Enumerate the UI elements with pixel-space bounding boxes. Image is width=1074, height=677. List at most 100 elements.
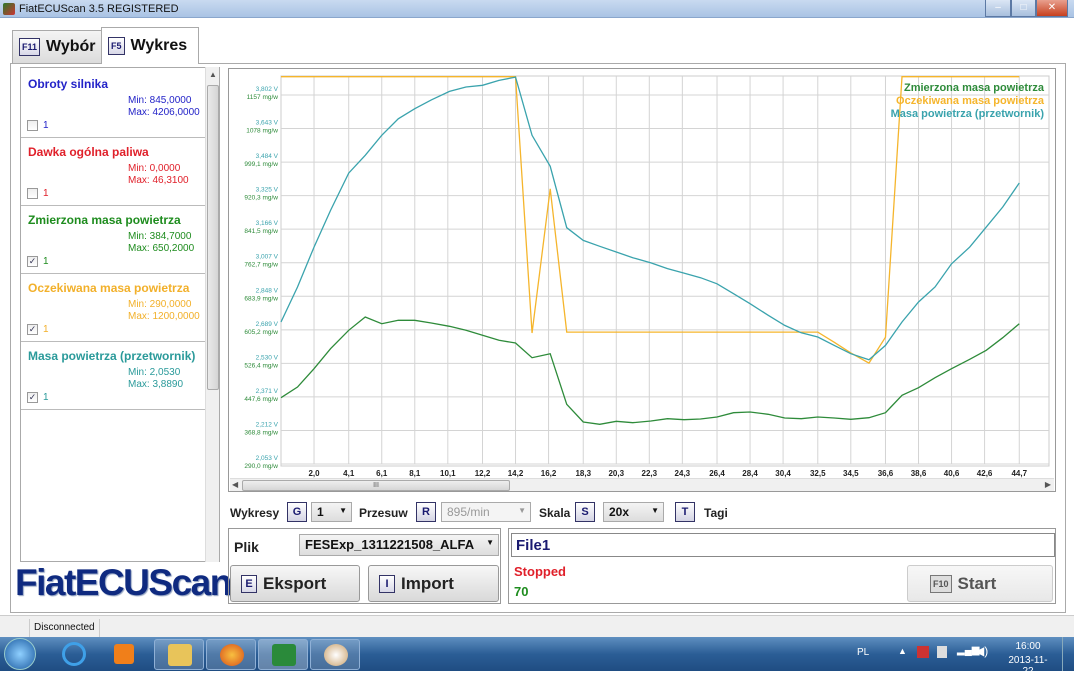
x-tick-label: 14,2: [508, 469, 524, 478]
i-key-icon: I: [379, 575, 395, 593]
s-key-button[interactable]: S: [575, 502, 595, 522]
legend-entry: Zmierzona masa powietrza: [904, 82, 1045, 94]
time: 16:00: [1006, 641, 1050, 652]
scroll-left-icon[interactable]: ◀: [232, 480, 238, 489]
minimize-button[interactable]: –: [985, 0, 1011, 17]
parameter-max: Max: 650,2000: [128, 243, 194, 254]
chevron-down-icon: ▼: [518, 506, 526, 515]
y-tick-label-v: 3,325 V: [256, 187, 279, 194]
y-tick-label-mg: 447,6 mg/w: [244, 396, 278, 403]
wykresy-select[interactable]: 1▼: [311, 502, 352, 522]
skala-value: 20x: [609, 505, 629, 519]
g-key-button[interactable]: G: [287, 502, 307, 522]
maximize-button[interactable]: □: [1011, 0, 1036, 17]
export-label: Eksport: [263, 574, 326, 594]
przesuw-label: Przesuw: [359, 506, 408, 520]
language-indicator[interactable]: PL: [857, 647, 869, 658]
wykresy-value: 1: [317, 505, 324, 519]
y-tick-label-v: 2,530 V: [256, 354, 279, 361]
y-tick-label-v: 3,484 V: [256, 153, 279, 160]
status-bar: Disconnected: [0, 615, 1074, 637]
y-tick-label-mg: 841,5 mg/w: [244, 228, 278, 235]
session-panel: File1 Stopped 70 F10Start: [508, 528, 1056, 604]
parameter-list-scrollbar[interactable]: ▲: [205, 67, 219, 562]
parameter-count: 1: [43, 256, 49, 267]
f5-key-icon: F5: [108, 37, 125, 55]
taskbar-fiatecuscan[interactable]: [258, 639, 308, 670]
x-tick-label: 34,5: [843, 469, 859, 478]
f11-key-icon: F11: [19, 38, 40, 56]
parameter-checkbox[interactable]: [27, 120, 38, 131]
scrollbar-thumb[interactable]: [207, 85, 219, 390]
plik-label: Plik: [234, 539, 259, 555]
taskbar-explorer[interactable]: [154, 639, 204, 670]
y-tick-label-mg: 605,2 mg/w: [244, 329, 278, 336]
parameter-checkbox[interactable]: ✓: [27, 392, 38, 403]
y-tick-label-v: 2,212 V: [256, 421, 279, 428]
x-tick-label: 42,6: [977, 469, 993, 478]
tab-label: Wykres: [131, 37, 188, 55]
power-icon[interactable]: [937, 646, 947, 658]
taskbar-firefox[interactable]: [206, 639, 256, 670]
scroll-up-icon[interactable]: ▲: [209, 70, 217, 79]
parameter-item[interactable]: Dawka ogólna paliwa Min: 0,0000 Max: 46,…: [21, 138, 207, 206]
chart-horizontal-scrollbar[interactable]: ◀ III ▶: [230, 478, 1054, 491]
y-tick-label-mg: 683,9 mg/w: [244, 295, 278, 302]
parameter-item[interactable]: Masa powietrza (przetwornik) Min: 2,0530…: [21, 342, 207, 410]
legend-entry: Masa powietrza (przetwornik): [891, 108, 1045, 120]
y-tick-label-v: 3,802 V: [256, 86, 279, 93]
t-key-button[interactable]: T: [675, 502, 695, 522]
parameter-checkbox[interactable]: [27, 188, 38, 199]
r-key-button[interactable]: R: [416, 502, 436, 522]
x-tick-label: 28,4: [742, 469, 758, 478]
close-button[interactable]: ✕: [1036, 0, 1068, 17]
parameter-name: Oczekiwana masa powietrza: [28, 281, 189, 295]
x-tick-label: 40,6: [944, 469, 960, 478]
clock[interactable]: 16:002013-11-22: [1006, 641, 1050, 677]
parameter-item[interactable]: Oczekiwana masa powietrza Min: 290,0000 …: [21, 274, 207, 342]
file-select[interactable]: FESExp_1311221508_ALFA▼: [299, 534, 499, 556]
x-tick-label: 32,5: [810, 469, 826, 478]
volume-icon[interactable]: ◀): [975, 644, 988, 658]
tab-wybor[interactable]: F11Wybór: [12, 30, 102, 63]
media-player-icon[interactable]: [114, 644, 134, 664]
session-name-field[interactable]: File1: [511, 533, 1055, 557]
y-tick-label-mg: 1157 mg/w: [247, 94, 279, 101]
y-tick-label-mg: 526,4 mg/w: [244, 362, 278, 369]
parameter-name: Zmierzona masa powietrza: [28, 213, 181, 227]
parameter-item[interactable]: Obroty silnika Min: 845,0000 Max: 4206,0…: [21, 70, 207, 138]
parameter-count: 1: [43, 392, 49, 403]
import-button[interactable]: IImport: [368, 565, 499, 602]
parameter-item[interactable]: Zmierzona masa powietrza Min: 384,7000 M…: [21, 206, 207, 274]
parameter-list: Obroty silnika Min: 845,0000 Max: 4206,0…: [20, 67, 220, 562]
parameter-max: Max: 46,3100: [128, 175, 189, 186]
x-tick-label: 36,6: [878, 469, 894, 478]
scrollbar-thumb[interactable]: III: [242, 480, 510, 491]
x-tick-label: 2,0: [308, 469, 320, 478]
y-tick-label-v: 2,848 V: [256, 287, 279, 294]
chart-panel: 3,802 V1157 mg/w3,643 V1078 mg/w3,484 V9…: [228, 68, 1056, 492]
skala-select[interactable]: 20x▼: [603, 502, 664, 522]
parameter-count: 1: [43, 324, 49, 335]
start-button[interactable]: F10Start: [907, 565, 1053, 602]
status-text: Stopped: [514, 564, 566, 579]
show-desktop-button[interactable]: [1062, 637, 1074, 671]
parameter-checkbox[interactable]: ✓: [27, 324, 38, 335]
scroll-right-icon[interactable]: ▶: [1045, 480, 1051, 489]
parameter-max: Max: 3,8890: [128, 379, 183, 390]
parameter-min: Min: 290,0000: [128, 299, 191, 310]
x-tick-label: 6,1: [376, 469, 388, 478]
przesuw-select[interactable]: 895/min▼: [441, 502, 531, 522]
plot-area: [281, 76, 1049, 466]
show-hidden-icons[interactable]: ▲: [898, 646, 907, 656]
parameter-checkbox[interactable]: ✓: [27, 256, 38, 267]
windows-start-icon[interactable]: [4, 638, 36, 670]
e-key-icon: E: [241, 575, 257, 593]
tab-wykres[interactable]: F5 Wykres: [101, 27, 199, 64]
export-button[interactable]: E Eksport: [230, 565, 360, 602]
parameter-max: Max: 4206,0000: [128, 107, 200, 118]
taskbar-paint[interactable]: [310, 639, 360, 670]
internet-explorer-icon[interactable]: [62, 642, 86, 666]
parameter-max: Max: 1200,0000: [128, 311, 200, 322]
action-center-icon[interactable]: [917, 646, 929, 658]
